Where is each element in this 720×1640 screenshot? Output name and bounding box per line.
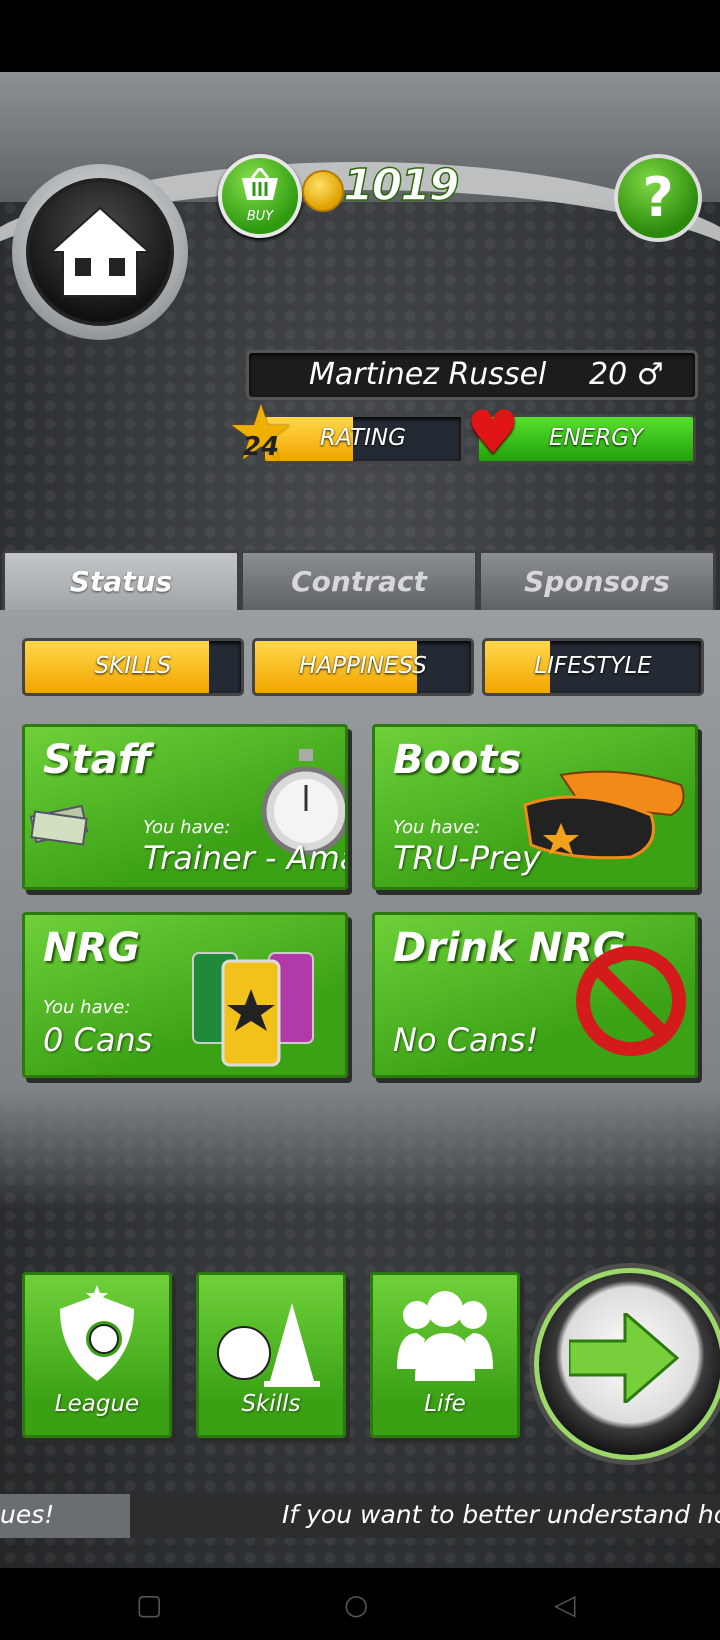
skills-label: SKILLS <box>94 653 172 679</box>
status-panel: SKILLS HAPPINESS LIFESTYLE Staff You hav… <box>0 610 720 1210</box>
tab-sponsors[interactable]: Sponsors <box>478 550 716 614</box>
boots-you-have: You have: <box>393 817 481 838</box>
boots-title: Boots <box>393 737 522 783</box>
nrg-you-have: You have: <box>43 997 131 1018</box>
status-bar <box>0 0 720 72</box>
staff-you-have: You have: <box>143 817 231 838</box>
nrg-value: 0 Cans <box>43 1021 153 1059</box>
energy-cans-icon <box>192 952 314 1067</box>
skills-bar: SKILLS <box>22 638 244 696</box>
player-level: 24 <box>242 432 280 462</box>
drink-nrg-value: No Cans! <box>393 1021 539 1059</box>
player-age-gender: 20 ♂ <box>589 357 664 392</box>
staff-card[interactable]: Staff You have: Trainer - Amat <box>22 724 348 890</box>
staff-value: Trainer - Amat <box>143 839 345 877</box>
nrg-title: NRG <box>43 925 141 971</box>
happiness-bar: HAPPINESS <box>252 638 474 696</box>
home-button[interactable] <box>12 164 188 340</box>
skills-button[interactable]: Skills <box>196 1272 346 1438</box>
skills-label: Skills <box>241 1391 301 1417</box>
coin-icon <box>302 170 344 212</box>
level-star-icon: ★ 24 <box>226 395 296 471</box>
player-info-bar: Martinez Russel 20 ♂ <box>246 350 698 400</box>
life-label: Life <box>424 1391 466 1417</box>
arrow-right-icon <box>569 1313 679 1403</box>
staff-title: Staff <box>43 737 152 783</box>
system-nav-bar: ▢ ○ ◁ <box>0 1568 720 1640</box>
help-button[interactable]: ? <box>614 154 702 242</box>
nrg-card[interactable]: NRG You have: 0 Cans <box>22 912 348 1078</box>
league-button[interactable]: League <box>22 1272 172 1438</box>
skills-cone-ball-icon <box>217 1303 320 1387</box>
coin-balance: 1019 <box>342 159 460 212</box>
buy-button[interactable]: BUY <box>218 154 302 238</box>
life-button[interactable]: Life <box>370 1272 520 1438</box>
recents-icon[interactable]: ▢ <box>136 1588 162 1621</box>
tab-status[interactable]: Status <box>2 550 240 618</box>
home-icon <box>26 178 174 326</box>
tab-contract[interactable]: Contract <box>240 550 478 614</box>
boots-value: TRU-Prey <box>393 839 541 877</box>
prohibited-icon <box>576 946 686 1056</box>
money-icon <box>29 804 89 846</box>
people-icon <box>397 1291 493 1381</box>
lifestyle-label: LIFESTYLE <box>534 653 652 679</box>
drink-nrg-card[interactable]: Drink NRG No Cans! <box>372 912 698 1078</box>
league-shield-icon <box>60 1285 134 1381</box>
boots-icon <box>523 770 685 860</box>
boots-card[interactable]: Boots You have: TRU-Prey <box>372 724 698 890</box>
game-screen: BUY 1019 ? Martinez Russel 20 ♂ RATING ★… <box>0 72 720 1568</box>
ticker-right-text: If you want to better understand how to <box>282 1500 720 1529</box>
basket-icon <box>242 168 278 200</box>
league-label: League <box>54 1391 140 1417</box>
player-name: Martinez Russel <box>309 357 547 392</box>
play-next-button[interactable] <box>534 1268 720 1460</box>
heart-icon: ♥ <box>466 398 520 468</box>
tab-bar: Status Contract Sponsors <box>0 550 720 618</box>
back-icon[interactable]: ◁ <box>554 1588 576 1621</box>
home-nav-icon[interactable]: ○ <box>344 1588 368 1621</box>
news-ticker: ues! If you want to better understand ho… <box>0 1494 720 1538</box>
ticker-left-text: ues! <box>0 1500 55 1529</box>
buy-label: BUY <box>246 209 274 224</box>
happiness-label: HAPPINESS <box>299 653 427 679</box>
energy-label: ENERGY <box>548 425 644 451</box>
lifestyle-bar: LIFESTYLE <box>482 638 704 696</box>
